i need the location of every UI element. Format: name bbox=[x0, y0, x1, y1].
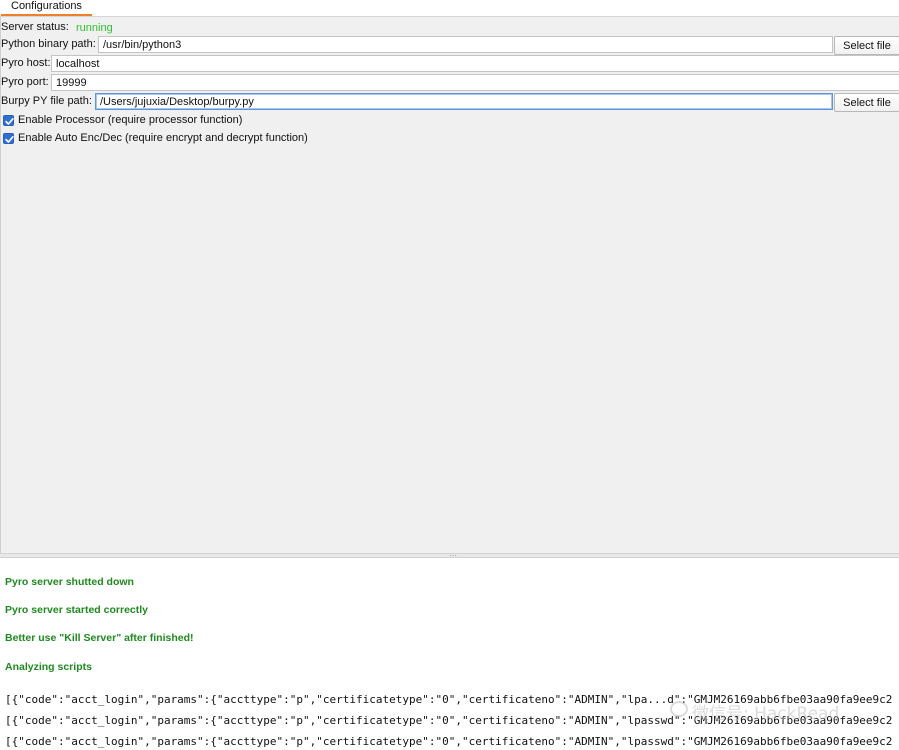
log-message: Pyro server started correctly bbox=[5, 604, 148, 616]
pyro-port-label: Pyro port: bbox=[1, 76, 49, 88]
pyro-host-input[interactable] bbox=[51, 55, 899, 72]
enable-auto-label[interactable]: Enable Auto Enc/Dec (require encrypt and… bbox=[18, 132, 308, 144]
burpy-path-row: Burpy PY file path: Select file bbox=[1, 93, 899, 112]
select-python-file-button[interactable]: Select file bbox=[834, 36, 899, 55]
python-path-row: Python binary path: Select file bbox=[1, 36, 899, 55]
checkmark-icon bbox=[5, 136, 14, 143]
pyro-host-label: Pyro host: bbox=[1, 57, 51, 69]
watermark-text: 微信号: HackRead bbox=[692, 704, 840, 724]
checkmark-icon bbox=[5, 118, 14, 125]
select-burpy-file-button[interactable]: Select file bbox=[834, 93, 899, 112]
enable-processor-row: Enable Processor (require processor func… bbox=[1, 113, 899, 131]
server-status-row: Server status: running bbox=[1, 19, 899, 37]
log-message: Pyro server shutted down bbox=[5, 576, 134, 588]
enable-auto-row: Enable Auto Enc/Dec (require encrypt and… bbox=[1, 131, 899, 149]
tab-configurations[interactable]: Configurations bbox=[1, 0, 92, 16]
server-status-label: Server status: bbox=[1, 21, 69, 33]
pyro-port-input[interactable] bbox=[51, 74, 899, 91]
pyro-port-row: Pyro port: bbox=[1, 74, 899, 92]
python-path-input[interactable] bbox=[98, 36, 833, 53]
server-status-value: running bbox=[76, 22, 113, 34]
burpy-path-label: Burpy PY file path: bbox=[1, 95, 92, 107]
python-path-label: Python binary path: bbox=[1, 38, 96, 50]
burpy-path-input[interactable] bbox=[95, 93, 833, 110]
wechat-icon bbox=[670, 701, 688, 717]
log-message: Analyzing scripts bbox=[5, 661, 92, 673]
configurations-panel: Server status: running Python binary pat… bbox=[0, 17, 899, 553]
enable-processor-checkbox[interactable] bbox=[3, 115, 14, 126]
enable-auto-checkbox[interactable] bbox=[3, 133, 14, 144]
log-json-line: [{"code":"acct_login","params":{"accttyp… bbox=[5, 735, 893, 748]
pyro-host-row: Pyro host: bbox=[1, 55, 899, 73]
tab-bar: Configurations bbox=[0, 0, 899, 17]
log-message: Better use "Kill Server" after finished! bbox=[5, 632, 194, 644]
enable-processor-label[interactable]: Enable Processor (require processor func… bbox=[18, 114, 242, 126]
